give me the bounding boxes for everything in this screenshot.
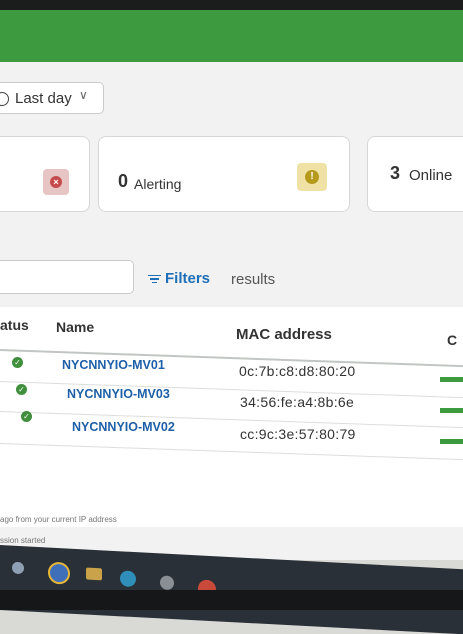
device-mac: cc:9c:3e:57:80:79 bbox=[240, 426, 356, 442]
time-range-label: Last day bbox=[15, 90, 72, 107]
alerting-label: Alerting bbox=[134, 176, 182, 192]
device-name-link[interactable]: NYCNNYIO-MV02 bbox=[72, 420, 175, 434]
taskbar-app-icon[interactable] bbox=[12, 561, 24, 575]
device-name-link[interactable]: NYCNNYIO-MV01 bbox=[62, 358, 165, 372]
row-divider bbox=[0, 443, 463, 461]
alerting-badge: ! bbox=[297, 163, 327, 191]
online-count: 3 bbox=[390, 163, 401, 183]
devices-table: atus Name MAC address C ✓ NYCNNYIO-MV01 … bbox=[0, 307, 463, 527]
x-circle-icon: × bbox=[50, 176, 62, 188]
session-started: ssion started bbox=[0, 536, 46, 545]
check-circle-icon: ✓ bbox=[21, 411, 32, 422]
row-divider bbox=[0, 411, 463, 429]
time-range-select[interactable]: Last day ∨ bbox=[0, 82, 104, 114]
folder-icon[interactable] bbox=[86, 567, 102, 581]
connectivity-bar bbox=[440, 408, 463, 413]
screen-bezel bbox=[0, 590, 463, 610]
dashboard: Last day ∨ × 0 Alerting ! 3 Online Filte… bbox=[0, 62, 463, 560]
filter-icon bbox=[148, 273, 161, 286]
column-header-connectivity[interactable]: C bbox=[447, 332, 457, 348]
filters-button[interactable]: Filters bbox=[148, 270, 210, 287]
search-input[interactable] bbox=[0, 260, 134, 294]
alerting-count: 0 bbox=[118, 171, 129, 191]
session-info: ago from your current IP address bbox=[0, 515, 117, 524]
online-label: Online bbox=[409, 167, 453, 184]
device-name-link[interactable]: NYCNNYIO-MV03 bbox=[67, 387, 170, 401]
clock-icon bbox=[0, 92, 9, 106]
gear-icon[interactable] bbox=[160, 575, 174, 591]
summary-card-online[interactable]: 3 Online bbox=[367, 136, 463, 212]
results-label: results bbox=[231, 271, 276, 288]
window-top-edge bbox=[0, 0, 463, 10]
check-circle-icon: ✓ bbox=[12, 357, 23, 368]
filters-label: Filters bbox=[165, 270, 211, 287]
column-header-name[interactable]: Name bbox=[56, 319, 94, 335]
chrome-icon[interactable] bbox=[48, 561, 70, 585]
chevron-down-icon: ∨ bbox=[79, 88, 88, 102]
edge-icon[interactable] bbox=[120, 570, 136, 588]
device-mac: 0c:7b:c8:d8:80:20 bbox=[239, 363, 356, 379]
summary-card-offline[interactable]: × bbox=[0, 136, 90, 212]
device-mac: 34:56:fe:a4:8b:6e bbox=[240, 394, 355, 410]
column-header-mac[interactable]: MAC address bbox=[236, 326, 332, 343]
check-circle-icon: ✓ bbox=[16, 384, 27, 395]
exclamation-icon: ! bbox=[305, 170, 319, 184]
connectivity-bar bbox=[440, 439, 463, 444]
column-header-status[interactable]: atus bbox=[0, 317, 29, 333]
summary-card-alerting[interactable]: 0 Alerting ! bbox=[98, 136, 350, 212]
header-bar bbox=[0, 10, 463, 66]
offline-badge: × bbox=[43, 169, 69, 195]
connectivity-bar bbox=[440, 377, 463, 382]
